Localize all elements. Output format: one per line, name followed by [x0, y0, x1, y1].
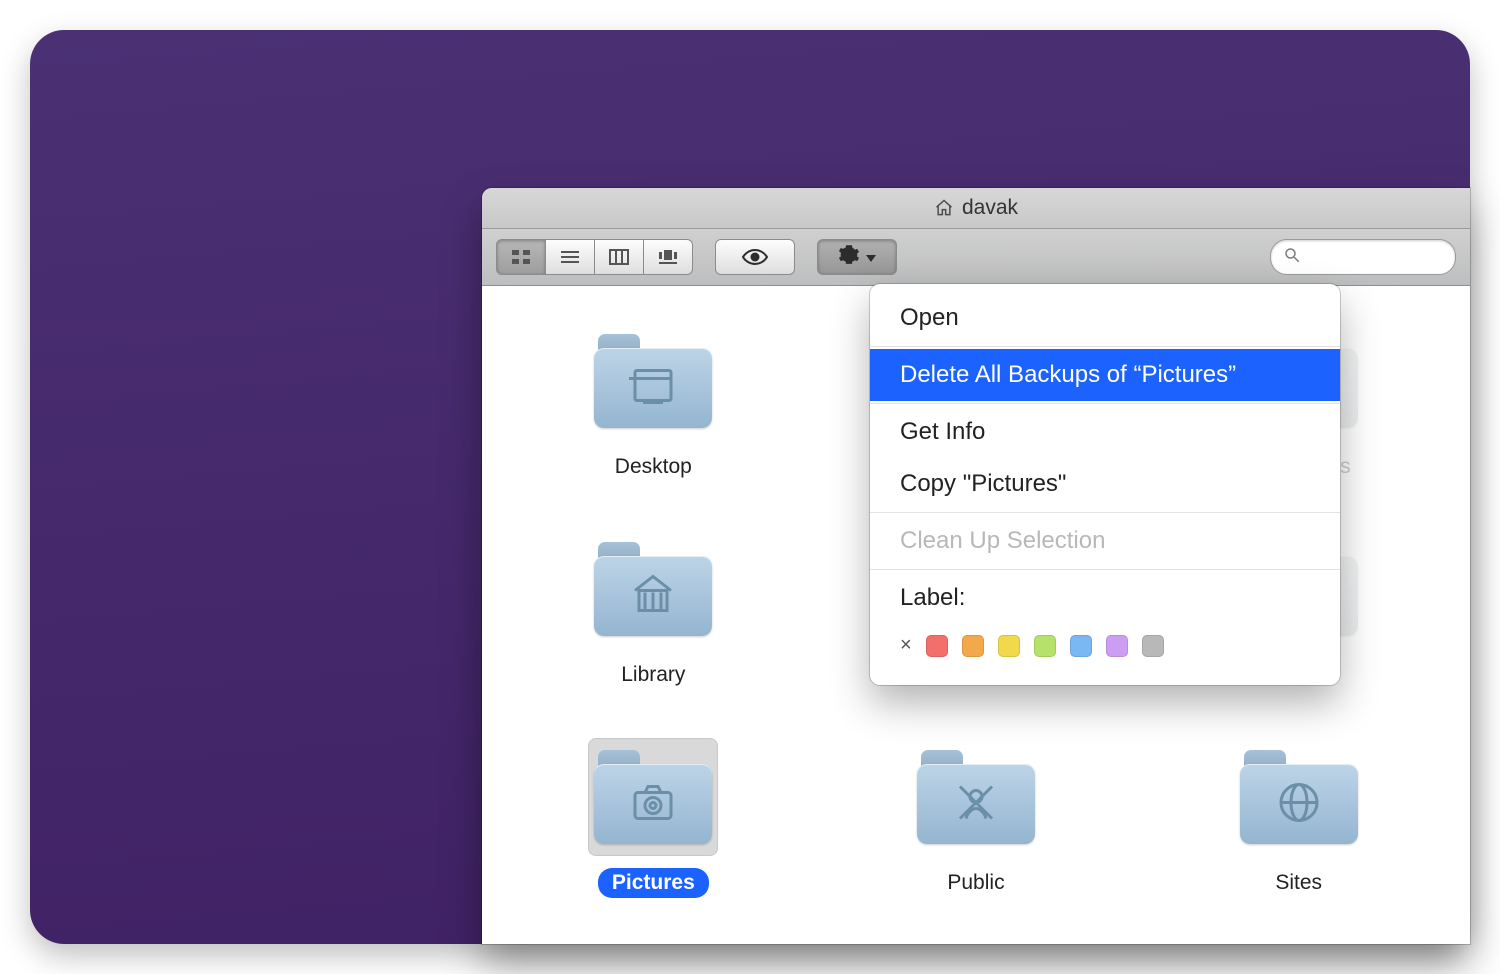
view-segmented-control	[496, 239, 693, 275]
folder-sites[interactable]: Sites	[1234, 738, 1364, 938]
label-color-swatch[interactable]	[1106, 635, 1128, 657]
folder-library[interactable]: Library	[588, 530, 718, 730]
titlebar: davak	[482, 188, 1470, 229]
view-icons-button[interactable]	[496, 239, 546, 275]
window-icon	[629, 362, 677, 415]
label-color-row: ×	[870, 624, 1340, 667]
folder-icon	[911, 738, 1041, 856]
camera-icon	[629, 778, 677, 831]
menu-label-heading: Label:	[870, 572, 1340, 624]
gear-icon	[838, 244, 860, 271]
folder-label: Sites	[1261, 868, 1336, 898]
search-field[interactable]	[1270, 239, 1456, 275]
label-color-swatch[interactable]	[1142, 635, 1164, 657]
quicklook-button[interactable]	[715, 239, 795, 275]
label-color-swatch[interactable]	[1034, 635, 1056, 657]
folder-label: Desktop	[601, 452, 706, 482]
globe-icon	[1275, 778, 1323, 831]
label-color-swatch[interactable]	[998, 635, 1020, 657]
public-icon	[952, 778, 1000, 831]
toolbar	[482, 229, 1470, 286]
home-icon	[934, 198, 954, 218]
label-color-swatch[interactable]	[962, 635, 984, 657]
window-title: davak	[962, 196, 1018, 220]
label-clear-button[interactable]: ×	[900, 634, 912, 657]
view-columns-button[interactable]	[595, 239, 644, 275]
folder-pictures[interactable]: Pictures	[588, 738, 718, 938]
menu-separator	[870, 512, 1340, 513]
action-menu-button[interactable]	[817, 239, 897, 275]
menu-separator	[870, 403, 1340, 404]
menu-delete-backups[interactable]: Delete All Backups of “Pictures”	[870, 349, 1340, 401]
menu-get-info[interactable]: Get Info	[870, 406, 1340, 458]
chevron-down-icon	[866, 255, 876, 262]
folder-icon	[588, 738, 718, 856]
menu-separator	[870, 346, 1340, 347]
view-coverflow-button[interactable]	[644, 239, 693, 275]
menu-separator	[870, 569, 1340, 570]
folder-icon	[1234, 738, 1364, 856]
folder-desktop[interactable]: Desktop	[588, 322, 718, 522]
menu-clean-up: Clean Up Selection	[870, 515, 1340, 567]
folder-label: Library	[607, 660, 699, 690]
folder-icon	[588, 530, 718, 648]
folder-label: Pictures	[598, 868, 709, 898]
menu-copy[interactable]: Copy "Pictures"	[870, 458, 1340, 510]
label-color-swatch[interactable]	[926, 635, 948, 657]
folder-icon	[588, 322, 718, 440]
folder-public[interactable]: Public	[911, 738, 1041, 938]
action-dropdown-menu: Open Delete All Backups of “Pictures” Ge…	[870, 284, 1340, 685]
library-icon	[629, 570, 677, 623]
menu-open[interactable]: Open	[870, 292, 1340, 344]
view-list-button[interactable]	[546, 239, 595, 275]
label-color-swatch[interactable]	[1070, 635, 1092, 657]
folder-label: Public	[933, 868, 1018, 898]
search-icon	[1283, 246, 1301, 269]
